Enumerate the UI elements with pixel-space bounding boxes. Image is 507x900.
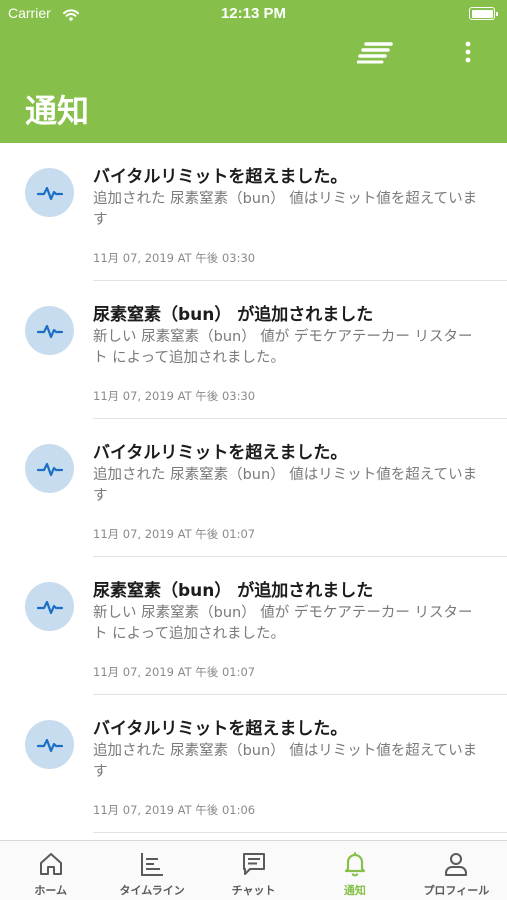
status-bar: Carrier 12:13 PM (0, 0, 507, 28)
notification-body: 追加された 尿素窒素（bun） 値はリミット値を超えています (93, 467, 478, 504)
notification-time: 11月 07, 2019 AT 午後 01:07 (93, 527, 256, 541)
tab-label: タイムライン (119, 884, 185, 897)
tab-chat[interactable]: チャット (203, 841, 304, 900)
status-time: 12:13 PM (220, 5, 287, 22)
notification-time: 11月 07, 2019 AT 午後 01:07 (93, 665, 256, 679)
vital-pulse-icon (25, 168, 74, 217)
more-options-icon[interactable] (458, 40, 478, 64)
notification-time: 11月 07, 2019 AT 午後 03:30 (93, 389, 256, 403)
page-title: 通知 (25, 92, 90, 130)
tab-label: 通知 (343, 884, 366, 897)
bell-icon (341, 850, 369, 878)
notification-time: 11月 07, 2019 AT 午後 03:30 (93, 251, 256, 265)
notification-item[interactable]: バイタルリミットを超えました。 追加された 尿素窒素（bun） 値はリミット値を… (0, 695, 507, 833)
vital-pulse-icon (25, 720, 74, 769)
home-icon (37, 850, 65, 878)
notification-title: バイタルリミットを超えました。 (93, 719, 348, 739)
notification-body: 追加された 尿素窒素（bun） 値はリミット値を超えています (93, 743, 478, 780)
tab-timeline[interactable]: タイムライン (101, 841, 202, 900)
notification-item[interactable]: バイタルリミットを超えました。 追加された 尿素窒素（bun） 値はリミット値を… (0, 419, 507, 557)
notification-item[interactable]: バイタルリミットを超えました。 追加された 尿素窒素（bun） 値はリミット値を… (0, 143, 507, 281)
notification-time: 11月 07, 2019 AT 午後 01:06 (93, 803, 256, 817)
vital-pulse-icon (25, 582, 74, 631)
notification-item[interactable]: 尿素窒素（bun） が追加されました 新しい 尿素窒素（bun） 値が デモケア… (0, 281, 507, 419)
tab-label: チャット (231, 884, 276, 897)
tab-profile[interactable]: プロフィール (406, 841, 507, 900)
notification-title: 尿素窒素（bun） が追加されました (93, 305, 374, 325)
chat-icon (240, 850, 268, 878)
notification-list[interactable]: バイタルリミットを超えました。 追加された 尿素窒素（bun） 値はリミット値を… (0, 143, 507, 840)
vital-pulse-icon (25, 306, 74, 355)
notification-body: 新しい 尿素窒素（bun） 値が デモケアテーカー リスタート によって追加され… (93, 605, 473, 642)
timeline-icon (138, 850, 166, 878)
notification-item[interactable]: 尿素窒素（bun） が追加されました 新しい 尿素窒素（bun） 値が デモケア… (0, 557, 507, 695)
tab-label: プロフィール (423, 884, 490, 897)
divider (93, 832, 507, 833)
app-header: Carrier 12:13 PM 通知 (0, 0, 507, 143)
battery-icon (469, 7, 498, 20)
tab-bar: ホーム タイムライン チャット 通知 プロフィール (0, 840, 507, 900)
profile-icon (442, 850, 470, 878)
tab-notifications[interactable]: 通知 (304, 841, 405, 900)
tab-label: ホーム (34, 884, 68, 897)
notification-title: バイタルリミットを超えました。 (93, 167, 348, 187)
tab-home[interactable]: ホーム (0, 841, 101, 900)
notification-title: 尿素窒素（bun） が追加されました (93, 581, 374, 601)
notification-body: 追加された 尿素窒素（bun） 値はリミット値を超えています (93, 191, 478, 228)
vital-pulse-icon (25, 444, 74, 493)
notification-title: バイタルリミットを超えました。 (93, 443, 348, 463)
filter-menu-icon[interactable] (356, 40, 393, 64)
notification-body: 新しい 尿素窒素（bun） 値が デモケアテーカー リスタート によって追加され… (93, 329, 473, 366)
